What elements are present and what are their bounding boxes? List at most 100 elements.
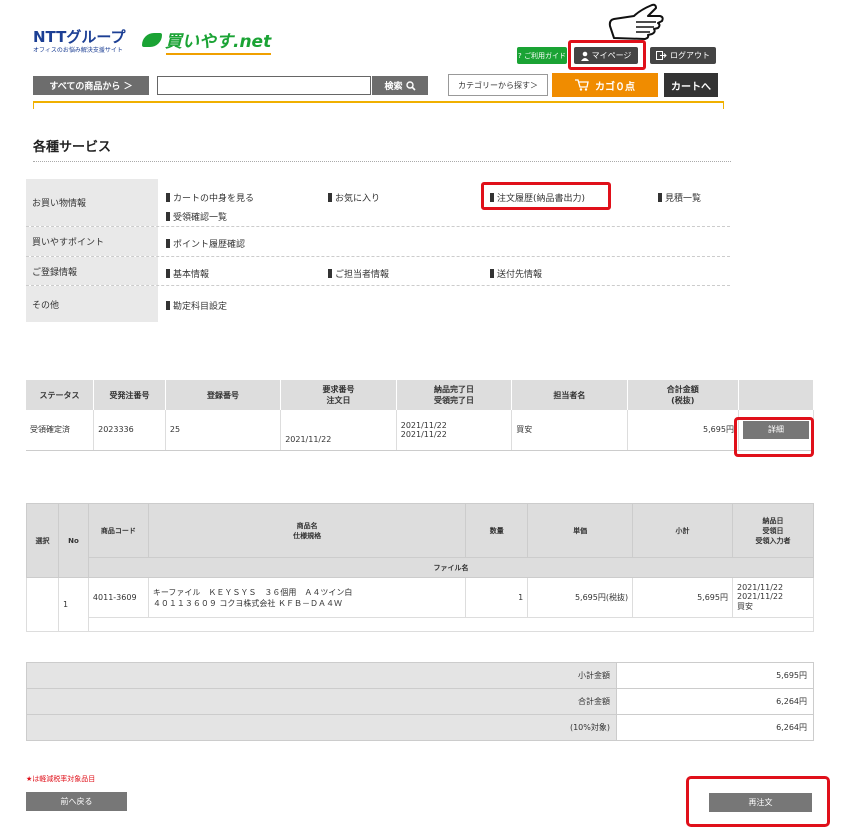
bullet-icon <box>328 269 332 278</box>
col-name: 商品名 仕様規格 <box>147 503 467 558</box>
cart-basket-button[interactable]: カゴ０点 <box>552 73 658 97</box>
all-products-button[interactable]: すべての商品から ＞ <box>33 76 149 95</box>
services-label: お買い物情報 <box>26 179 158 226</box>
mypage-highlight <box>568 40 646 70</box>
link-quotes[interactable]: 見積一覧 <box>658 191 701 204</box>
item-file-row <box>27 617 815 632</box>
person-name: 買安 <box>511 410 628 451</box>
reorder-highlight <box>686 776 830 827</box>
back-button[interactable]: 前へ戻る <box>26 792 127 811</box>
subtotal-label: 小計金額 <box>26 662 617 689</box>
services-label: その他 <box>26 286 158 322</box>
total-row: (10%対象) 6,264円 <box>26 714 814 741</box>
link-label: ご担当者情報 <box>335 270 390 280</box>
leaf-logo-icon <box>142 32 162 47</box>
tax-target-value: 6,264円 <box>616 714 814 741</box>
item-subtotal: 5,695円 <box>632 577 733 618</box>
col-select: 選択 <box>26 503 59 578</box>
order-total: 5,695円 <box>627 410 739 451</box>
item-no: 1 <box>57 577 89 632</box>
col-request-no: 要求番号 注文日 <box>280 380 397 410</box>
bullet-icon <box>166 301 170 310</box>
bullet-icon <box>166 239 170 248</box>
services-label: 買いやすポイント <box>26 227 158 256</box>
total-row: 合計金額 6,264円 <box>26 688 814 715</box>
reduced-tax-note: ★は軽減税率対象品目 <box>26 775 96 783</box>
col-no: No <box>57 503 89 578</box>
registration-number: 25 <box>165 410 282 451</box>
logout-button[interactable]: ログアウト <box>650 47 716 64</box>
col-status: ステータス <box>26 380 95 410</box>
page-title: 各種サービス <box>33 140 112 155</box>
link-account-settings[interactable]: 勘定科目設定 <box>166 299 227 312</box>
brand-name: 買いやす.net <box>165 32 272 52</box>
link-cart-contents[interactable]: カートの中身を見る <box>166 191 254 204</box>
search-icon <box>405 80 416 91</box>
col-reg-no: 登録番号 <box>165 380 282 410</box>
order-history-highlight <box>481 182 611 210</box>
search-button[interactable]: 検索 <box>372 76 428 95</box>
search-label: 検索 <box>384 82 403 92</box>
order-status: 受領確定済 <box>26 410 95 451</box>
cart-count-label: カゴ０点 <box>595 81 635 93</box>
bullet-icon <box>658 193 662 202</box>
services-label: ご登録情報 <box>26 257 158 285</box>
go-to-cart-button[interactable]: カートへ <box>664 73 718 97</box>
link-label: 勘定科目設定 <box>173 302 228 312</box>
logout-icon <box>656 51 667 60</box>
item-dates: 2021/11/22 2021/11/22 買安 <box>731 577 815 618</box>
bullet-icon <box>166 212 170 221</box>
bullet-icon <box>490 269 494 278</box>
link-label: カートの中身を見る <box>173 194 255 204</box>
bullet-icon <box>166 193 170 202</box>
link-label: 基本情報 <box>173 270 210 280</box>
col-unit-price: 単価 <box>527 503 634 558</box>
col-person: 担当者名 <box>511 380 628 410</box>
col-code: 商品コード <box>87 503 149 558</box>
pointing-hand-icon <box>608 3 664 40</box>
link-basic-info[interactable]: 基本情報 <box>166 267 209 280</box>
bullet-icon <box>166 269 170 278</box>
guide-button[interactable]: ? ご利用ガイド <box>517 47 567 64</box>
cart-icon <box>575 79 589 91</box>
total-row: 小計金額 5,695円 <box>26 662 814 689</box>
link-shipping-info[interactable]: 送付先情報 <box>490 267 542 280</box>
table-row: 1 4011-3609 キーファイル ＫＥＹＳＹＳ ３６個用 Ａ４ツイン白 ４０１… <box>26 577 815 632</box>
item-unit-price: 5,695円(税抜) <box>527 577 634 618</box>
link-contact-info[interactable]: ご担当者情報 <box>328 267 389 280</box>
ntt-group-logo[interactable]: NTTグループ <box>33 26 125 47</box>
delivery-dates: 2021/11/22 2021/11/22 <box>396 410 513 451</box>
link-label: 見積一覧 <box>665 194 702 204</box>
link-favorites[interactable]: お気に入り <box>328 191 380 204</box>
col-total: 合計金額 (税抜) <box>627 380 739 410</box>
ntt-logo-subtitle: オフィスのお悩み解決支援サイト <box>33 47 123 54</box>
search-input[interactable] <box>157 76 371 95</box>
link-label: お気に入り <box>335 194 381 204</box>
kaiyasu-logo[interactable]: 買いやす.net <box>142 27 272 55</box>
bullet-icon <box>328 193 332 202</box>
services-table: お買い物情報 カートの中身を見る お気に入り 注文履歴(納品書出力) 見積一覧 … <box>26 179 730 322</box>
logout-label: ログアウト <box>670 51 710 60</box>
order-table: ステータス 受発注番号 登録番号 要求番号 注文日 納品完了日 受領完了日 担当者名… <box>26 380 815 451</box>
category-search-button[interactable]: カテゴリーから探す＞ <box>448 74 548 96</box>
link-point-history[interactable]: ポイント履歴確認 <box>166 237 245 250</box>
link-label: 受領確認一覧 <box>173 213 228 223</box>
services-row-points: 買いやすポイント ポイント履歴確認 <box>26 227 730 257</box>
table-row: 受領確定済 2023336 25 2021/11/22 2021/11/22 20… <box>26 410 815 451</box>
item-file-name <box>87 617 815 632</box>
link-label: ポイント履歴確認 <box>173 240 246 250</box>
item-name: キーファイル ＫＥＹＳＹＳ ３６個用 Ａ４ツイン白 ４０１１３６０９ コクヨ株式会… <box>147 577 467 618</box>
item-select-cell[interactable] <box>26 577 59 632</box>
services-row-other: その他 勘定科目設定 <box>26 286 730 322</box>
detail-highlight <box>734 417 814 457</box>
services-row-registration: ご登録情報 基本情報 ご担当者情報 送付先情報 <box>26 257 730 286</box>
col-delivery-date: 納品完了日 受領完了日 <box>396 380 513 410</box>
item-code: 4011-3609 <box>87 577 149 618</box>
item-qty: 1 <box>465 577 529 618</box>
link-receipt-list[interactable]: 受領確認一覧 <box>166 210 227 223</box>
order-number: 2023336 <box>93 410 166 451</box>
subtotal-value: 5,695円 <box>616 662 814 689</box>
logo-underline <box>166 53 272 55</box>
items-header-row: 選択 No 商品コード 商品名 仕様規格 数量 単価 小計 納品日 受領日 受領入力者 <box>26 503 815 578</box>
grand-total-label: 合計金額 <box>26 688 617 715</box>
